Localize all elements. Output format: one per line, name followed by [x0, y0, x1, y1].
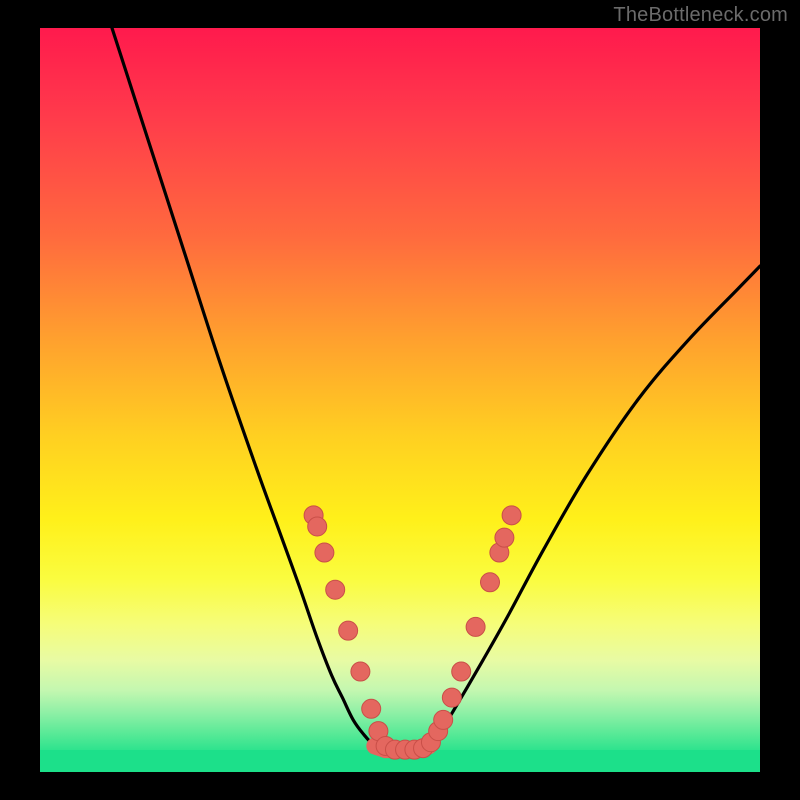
- highlight-dot: [326, 580, 345, 599]
- plot-area: [40, 28, 760, 772]
- highlight-dot: [339, 621, 358, 640]
- highlight-dot: [481, 573, 500, 592]
- highlight-dot: [442, 688, 461, 707]
- highlight-dot: [502, 506, 521, 525]
- watermark-text: TheBottleneck.com: [613, 4, 788, 27]
- highlight-dot: [362, 699, 381, 718]
- highlight-dot: [434, 710, 453, 729]
- highlight-dots-group: [304, 506, 521, 759]
- highlight-dot: [495, 528, 514, 547]
- curve-layer: [40, 28, 760, 772]
- highlight-dot: [351, 662, 370, 681]
- highlight-dot: [452, 662, 471, 681]
- highlight-dot: [315, 543, 334, 562]
- highlight-dot: [466, 617, 485, 636]
- chart-frame: TheBottleneck.com: [0, 0, 800, 800]
- bottleneck-curve: [112, 28, 760, 750]
- highlight-dot: [308, 517, 327, 536]
